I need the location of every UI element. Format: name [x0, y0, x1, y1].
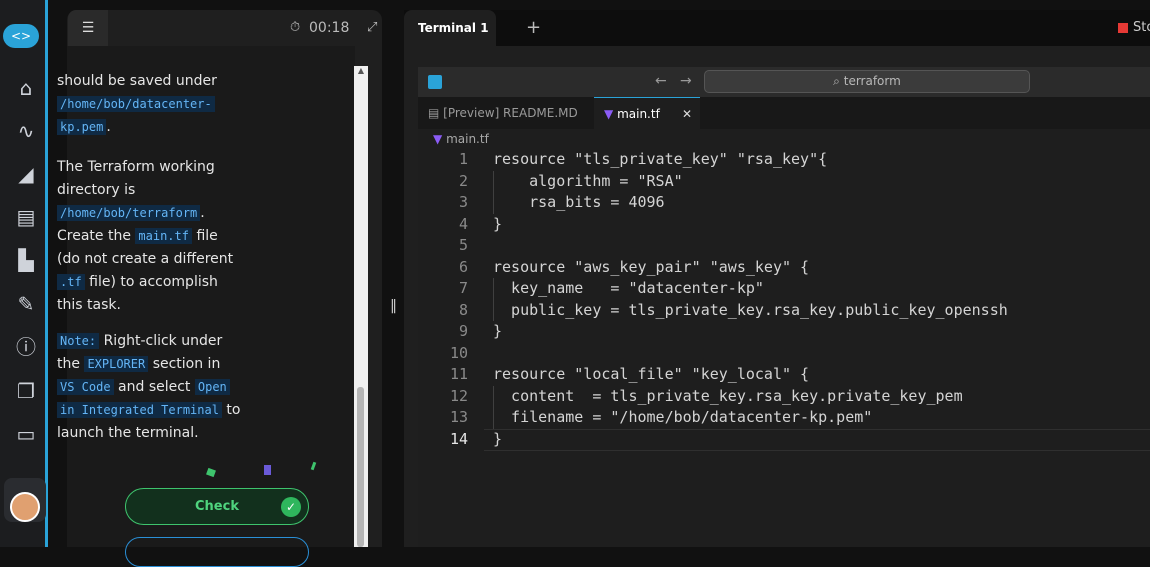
check-icon: ✓ — [281, 497, 301, 517]
code-line[interactable]: resource "local_file" "key_local" { — [493, 364, 809, 386]
ranking-icon[interactable]: ▙ — [14, 248, 38, 272]
line-number: 6 — [458, 257, 468, 276]
tab-terminal-1[interactable]: Terminal 1 — [404, 10, 496, 46]
task-list-icon[interactable]: ☰ — [68, 10, 108, 46]
chart-icon[interactable]: ◢ — [14, 162, 38, 186]
line-number: 7 — [458, 279, 468, 297]
line-number: 13 — [449, 408, 468, 426]
code-line[interactable]: } — [493, 214, 502, 236]
terminal-tabbar — [404, 10, 1150, 46]
stop-icon[interactable] — [1118, 23, 1128, 33]
current-line-highlight — [484, 429, 1150, 451]
lesson-scroll-thumb[interactable] — [357, 387, 364, 547]
code-line[interactable]: } — [493, 321, 502, 343]
line-number: 5 — [458, 236, 468, 254]
clapper-icon[interactable]: ▤ — [14, 205, 38, 229]
path-icon[interactable]: ∿ — [14, 119, 38, 143]
code-line[interactable]: resource "tls_private_key" "rsa_key"{ — [493, 149, 827, 171]
breadcrumb[interactable]: ▼ main.tf — [433, 129, 489, 149]
forward-arrow-icon[interactable]: → — [680, 73, 692, 89]
terraform-icon: ▼ — [604, 107, 614, 121]
resize-handle[interactable]: ‖ — [390, 298, 397, 316]
chat-icon[interactable]: ▭ — [14, 422, 38, 446]
expand-icon[interactable]: ⤢ — [367, 20, 377, 35]
tab-main-tf[interactable]: ▼ main.tf ✕ — [594, 97, 700, 129]
line-number: 8 — [458, 300, 468, 319]
line-number: 14 — [449, 429, 468, 448]
line-number: 2 — [458, 171, 468, 190]
command-center-search[interactable]: ⌕ terraform — [704, 70, 1030, 93]
line-number: 4 — [458, 214, 468, 233]
scroll-up-icon[interactable]: ▲ — [356, 66, 366, 78]
next-button[interactable] — [125, 537, 309, 567]
logo-cloud-icon[interactable]: <> — [3, 24, 39, 48]
code-line[interactable]: public_key = tls_private_key.rsa_key.pub… — [493, 300, 1008, 322]
close-icon[interactable]: ✕ — [682, 98, 692, 130]
code-line[interactable]: algorithm = "RSA" — [493, 171, 683, 193]
code-line[interactable]: } — [493, 429, 502, 451]
book-icon[interactable]: ❐ — [14, 379, 38, 403]
code-line[interactable]: filename = "/home/bob/datacenter-kp.pem" — [493, 407, 872, 429]
preview-icon: ▤ — [428, 106, 440, 120]
code-line[interactable]: rsa_bits = 4096 — [493, 192, 664, 214]
code-line[interactable]: resource "aws_key_pair" "aws_key" { — [493, 257, 809, 279]
info-icon[interactable]: ⓘ — [14, 335, 38, 359]
code-line[interactable]: content = tls_private_key.rsa_key.privat… — [493, 386, 963, 408]
para-note: Note: Right-click under the EXPLORER sec… — [57, 333, 241, 441]
vscode-menu-icon[interactable] — [428, 75, 442, 89]
code-line[interactable]: key_name = "datacenter-kp" — [493, 278, 764, 300]
timer-icon: ⏱ — [290, 20, 301, 35]
line-number: 11 — [449, 365, 468, 383]
app-sidebar: <> ⌂ ∿ ◢ ▤ ▙ ✎ ⓘ ❐ ▭ — [0, 0, 48, 547]
line-number: 10 — [449, 343, 468, 362]
avatar[interactable] — [10, 492, 40, 522]
para-working-dir: The Terraform working directory is /home… — [57, 159, 234, 313]
add-tab-button[interactable]: + — [526, 17, 541, 38]
line-number: 12 — [449, 386, 468, 405]
home-icon[interactable]: ⌂ — [14, 76, 38, 100]
stop-label[interactable]: Sto — [1133, 20, 1150, 35]
tab-readme-preview[interactable]: ▤ [Preview] README.MD — [418, 97, 594, 129]
timer: 00:18 — [309, 20, 350, 36]
back-arrow-icon[interactable]: ← — [655, 73, 667, 89]
para-key-path: should be saved under /home/bob/datacent… — [57, 73, 217, 135]
line-number: 1 — [458, 150, 468, 168]
search-icon: ⌕ — [833, 74, 840, 88]
line-number: 3 — [458, 193, 468, 211]
terraform-icon: ▼ — [433, 132, 443, 146]
edit-icon[interactable]: ✎ — [14, 292, 38, 316]
line-number: 9 — [458, 322, 468, 340]
confetti — [264, 465, 271, 475]
